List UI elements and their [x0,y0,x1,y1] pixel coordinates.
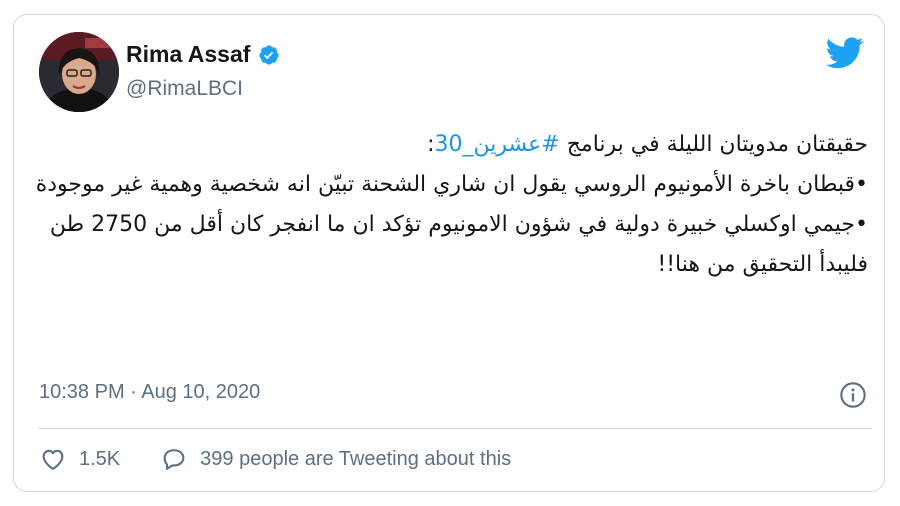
author-name[interactable]: Rima Assaf [126,41,250,68]
divider [39,428,872,429]
like-count: 1.5K [79,447,121,470]
tweet-line-2: •قبطان باخرة الأمونيوم الروسي يقول ان شا… [35,172,868,197]
tweet-timestamp[interactable]: 10:38 PM · Aug 10, 2020 [39,381,260,404]
conversation-button[interactable]: 399 people are Tweeting about this [160,445,511,473]
author-handle[interactable]: @RimaLBCI [126,77,243,101]
tweet-line-4: فليبدأ التحقيق من هنا!! [657,252,868,277]
tweet-line-1: حقيقتان مدويتان الليلة في برنامج #عشرين_… [32,125,868,165]
verified-badge-icon [258,44,280,66]
heart-icon [42,449,64,470]
tweet-card: Rima Assaf @RimaLBCI حقيقتان مدويتان الل… [13,14,885,492]
twitter-bird-icon[interactable] [825,37,864,69]
tweet-actions: 1.5K 399 people are Tweeting about this [39,445,551,473]
avatar[interactable] [39,32,119,112]
tweet-line-3: •جيمي اوكسلي خبيرة دولية في شؤون الاموني… [49,212,868,237]
tweet-line-1-prefix: حقيقتان مدويتان الليلة في برنامج [559,132,868,157]
speech-bubble-icon [163,449,185,470]
tweet-line-1-suffix: : [427,132,435,157]
hashtag-link[interactable]: #عشرين_30 [435,132,560,157]
tweet-text: حقيقتان مدويتان الليلة في برنامج #عشرين_… [32,125,868,285]
info-icon[interactable] [839,381,867,409]
conversation-text: 399 people are Tweeting about this [200,447,512,470]
like-button[interactable]: 1.5K [39,445,120,473]
author-name-row[interactable]: Rima Assaf [126,41,280,68]
